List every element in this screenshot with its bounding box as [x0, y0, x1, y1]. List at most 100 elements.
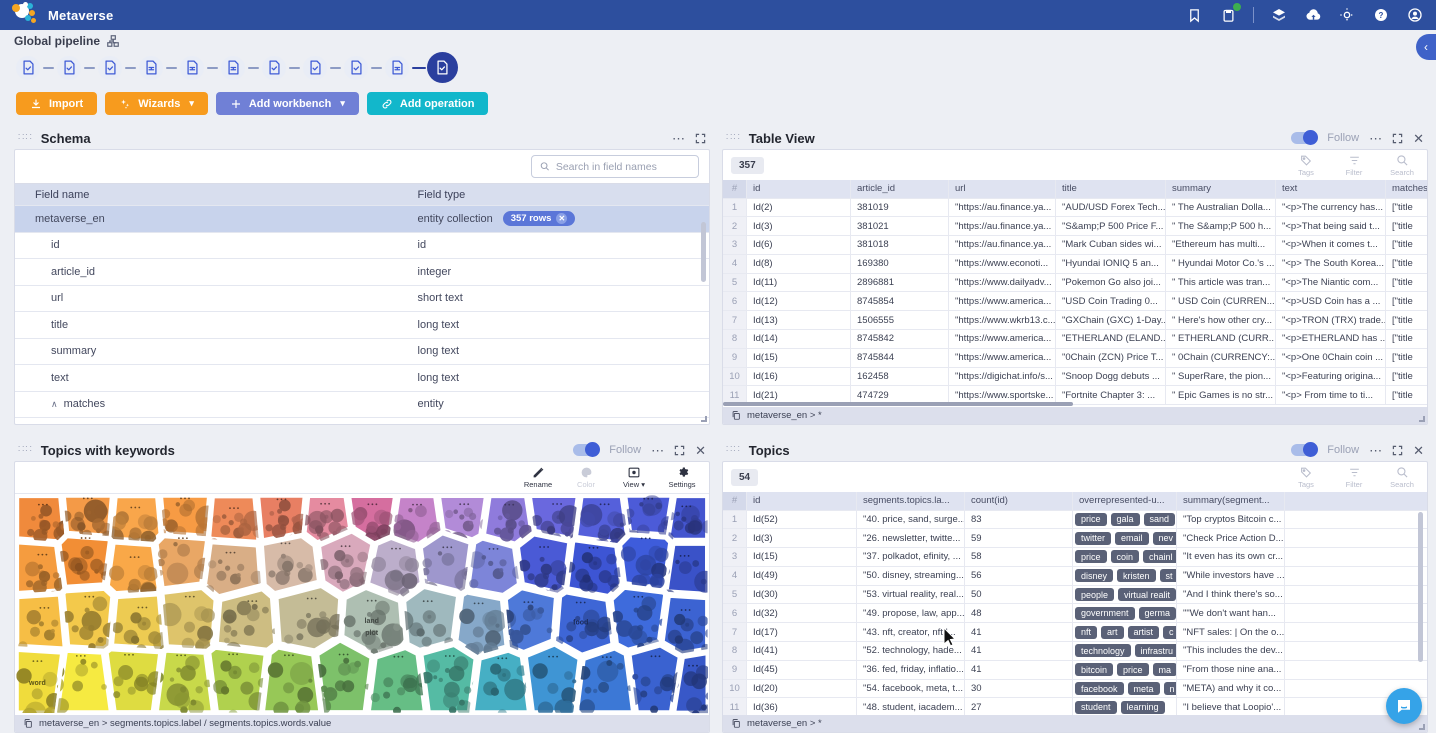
- table-row[interactable]: 6Id(12)8745854"https://www.america..."US…: [723, 292, 1427, 311]
- help-icon[interactable]: ?: [1372, 6, 1390, 24]
- copy-icon[interactable]: [23, 718, 33, 729]
- tag-chip[interactable]: meta: [1128, 682, 1160, 695]
- add-workbench-button[interactable]: Add workbench ▾: [216, 92, 359, 115]
- rows-count-pill[interactable]: 357 rows✕: [503, 211, 576, 226]
- table-row[interactable]: 3Id(15)"37. polkadot, efinity, ...58pric…: [723, 548, 1427, 567]
- pipeline-node[interactable]: [139, 56, 163, 80]
- voronoi-treemap[interactable]: landplotfoodword: [15, 494, 709, 715]
- more-menu-icon[interactable]: ⋯: [1369, 444, 1382, 457]
- tag-chip[interactable]: germa: [1139, 607, 1177, 620]
- tag-chip[interactable]: kristen: [1117, 569, 1156, 582]
- pipeline-node-active[interactable]: [429, 54, 456, 81]
- tag-chip[interactable]: st: [1160, 569, 1177, 582]
- table-row[interactable]: 3Id(6)381018"https://au.finance.ya..."Ma…: [723, 236, 1427, 255]
- tag-chip[interactable]: gala: [1111, 513, 1140, 526]
- bookmark-icon[interactable]: [1185, 6, 1203, 24]
- tag-chip[interactable]: c: [1163, 626, 1177, 639]
- schema-row[interactable]: article_idinteger: [15, 259, 709, 286]
- table-row[interactable]: 11Id(36)"48. student, iacadem...27studen…: [723, 698, 1427, 715]
- remove-filter-icon[interactable]: ✕: [556, 213, 567, 224]
- more-menu-icon[interactable]: ⋯: [672, 132, 685, 145]
- expand-icon[interactable]: [1392, 445, 1403, 456]
- import-button[interactable]: Import: [16, 92, 97, 115]
- account-icon[interactable]: [1406, 6, 1424, 24]
- table-row[interactable]: 1Id(2)381019"https://au.finance.ya..."AU…: [723, 199, 1427, 218]
- follow-toggle[interactable]: [1291, 132, 1317, 144]
- pipeline-node[interactable]: [16, 56, 40, 80]
- table-row[interactable]: 2Id(3)"26. newsletter, twitte...59twitte…: [723, 529, 1427, 548]
- pipeline-graph-icon[interactable]: [106, 34, 120, 48]
- table-row[interactable]: 7Id(13)1506555"https://www.wkrb13.c..."G…: [723, 311, 1427, 330]
- tag-chip[interactable]: disney: [1075, 569, 1113, 582]
- pipeline-node[interactable]: [180, 56, 204, 80]
- table-row[interactable]: 9Id(15)8745844"https://www.america..."0C…: [723, 349, 1427, 368]
- expand-icon[interactable]: [695, 133, 706, 144]
- drag-handle-icon[interactable]: ∷∷: [726, 445, 741, 455]
- expand-icon[interactable]: [1392, 133, 1403, 144]
- tag-chip[interactable]: email: [1115, 532, 1149, 545]
- tag-chip[interactable]: price: [1075, 513, 1107, 526]
- more-menu-icon[interactable]: ⋯: [1369, 132, 1382, 145]
- color-tool[interactable]: Color: [569, 466, 603, 489]
- wizards-button[interactable]: Wizards ▾: [105, 92, 208, 115]
- schema-row[interactable]: metaverse_enentity collection357 rows✕: [15, 206, 709, 233]
- view-tool[interactable]: View ▾: [617, 466, 651, 489]
- tag-chip[interactable]: twitter: [1075, 532, 1111, 545]
- tag-chip[interactable]: learning: [1121, 701, 1165, 714]
- search-tool[interactable]: Search: [1385, 466, 1419, 489]
- cloud-upload-icon[interactable]: [1304, 6, 1322, 24]
- settings-tool[interactable]: Settings: [665, 466, 699, 489]
- app-logo-icon[interactable]: [12, 3, 38, 27]
- pipeline-node[interactable]: [221, 56, 245, 80]
- schema-row[interactable]: summarylong text: [15, 339, 709, 366]
- schema-vertical-scrollbar[interactable]: [701, 222, 706, 282]
- filter-tool[interactable]: Filter: [1337, 466, 1371, 489]
- drag-handle-icon[interactable]: ∷∷: [18, 133, 33, 143]
- add-operation-button[interactable]: Add operation: [367, 92, 489, 115]
- clipboard-icon[interactable]: [1219, 6, 1237, 24]
- table-row[interactable]: 5Id(11)2896881"https://www.dailyadv..."P…: [723, 274, 1427, 293]
- tag-chip[interactable]: price: [1075, 550, 1107, 563]
- pipeline-node[interactable]: [385, 56, 409, 80]
- tag-chip[interactable]: people: [1075, 588, 1114, 601]
- filter-tool[interactable]: Filter: [1337, 154, 1371, 177]
- tag-chip[interactable]: art: [1101, 626, 1124, 639]
- follow-toggle[interactable]: [573, 444, 599, 456]
- pipeline-node[interactable]: [344, 56, 368, 80]
- tag-chip[interactable]: infrastru: [1135, 644, 1177, 657]
- tag-chip[interactable]: bitcoin: [1075, 663, 1113, 676]
- pipeline-node[interactable]: [303, 56, 327, 80]
- tag-chip[interactable]: artist: [1128, 626, 1160, 639]
- drag-handle-icon[interactable]: ∷∷: [18, 445, 33, 455]
- table-row[interactable]: 2Id(3)381021"https://au.finance.ya..."S&…: [723, 217, 1427, 236]
- table-resize-handle[interactable]: [1419, 416, 1425, 422]
- follow-toggle[interactable]: [1291, 444, 1317, 456]
- table-row[interactable]: 9Id(45)"36. fed, friday, inflatio...41bi…: [723, 661, 1427, 680]
- layers-icon[interactable]: [1270, 6, 1288, 24]
- schema-row[interactable]: titlelong text: [15, 312, 709, 339]
- table-row[interactable]: 4Id(8)169380"https://www.econoti..."Hyun…: [723, 255, 1427, 274]
- close-icon[interactable]: ✕: [1413, 444, 1424, 457]
- schema-row[interactable]: ∧matchesentity: [15, 392, 709, 419]
- pipeline-node[interactable]: [57, 56, 81, 80]
- tags-tool[interactable]: Tags: [1289, 466, 1323, 489]
- tag-chip[interactable]: coin: [1111, 550, 1140, 563]
- topics-vertical-scrollbar[interactable]: [1418, 512, 1423, 662]
- close-icon[interactable]: ✕: [1413, 132, 1424, 145]
- table-row[interactable]: 4Id(49)"50. disney, streaming...56disney…: [723, 567, 1427, 586]
- tags-tool[interactable]: Tags: [1289, 154, 1323, 177]
- schema-row[interactable]: textlong text: [15, 365, 709, 392]
- table-row[interactable]: 10Id(20)"54. facebook, meta, t...30faceb…: [723, 680, 1427, 699]
- schema-row[interactable]: urlshort text: [15, 286, 709, 313]
- schema-resize-handle[interactable]: [701, 416, 707, 422]
- table-row[interactable]: 8Id(14)8745842"https://www.america..."ET…: [723, 330, 1427, 349]
- rename-tool[interactable]: Rename: [521, 466, 555, 489]
- tag-chip[interactable]: government: [1075, 607, 1135, 620]
- tag-chip[interactable]: technology: [1075, 644, 1131, 657]
- pipeline-node[interactable]: [98, 56, 122, 80]
- table-row[interactable]: 10Id(16)162458"https://digichat.info/s..…: [723, 368, 1427, 387]
- tag-chip[interactable]: virtual realit: [1118, 588, 1176, 601]
- more-menu-icon[interactable]: ⋯: [651, 444, 664, 457]
- chat-widget-button[interactable]: [1386, 688, 1422, 724]
- tag-chip[interactable]: ma: [1153, 663, 1177, 676]
